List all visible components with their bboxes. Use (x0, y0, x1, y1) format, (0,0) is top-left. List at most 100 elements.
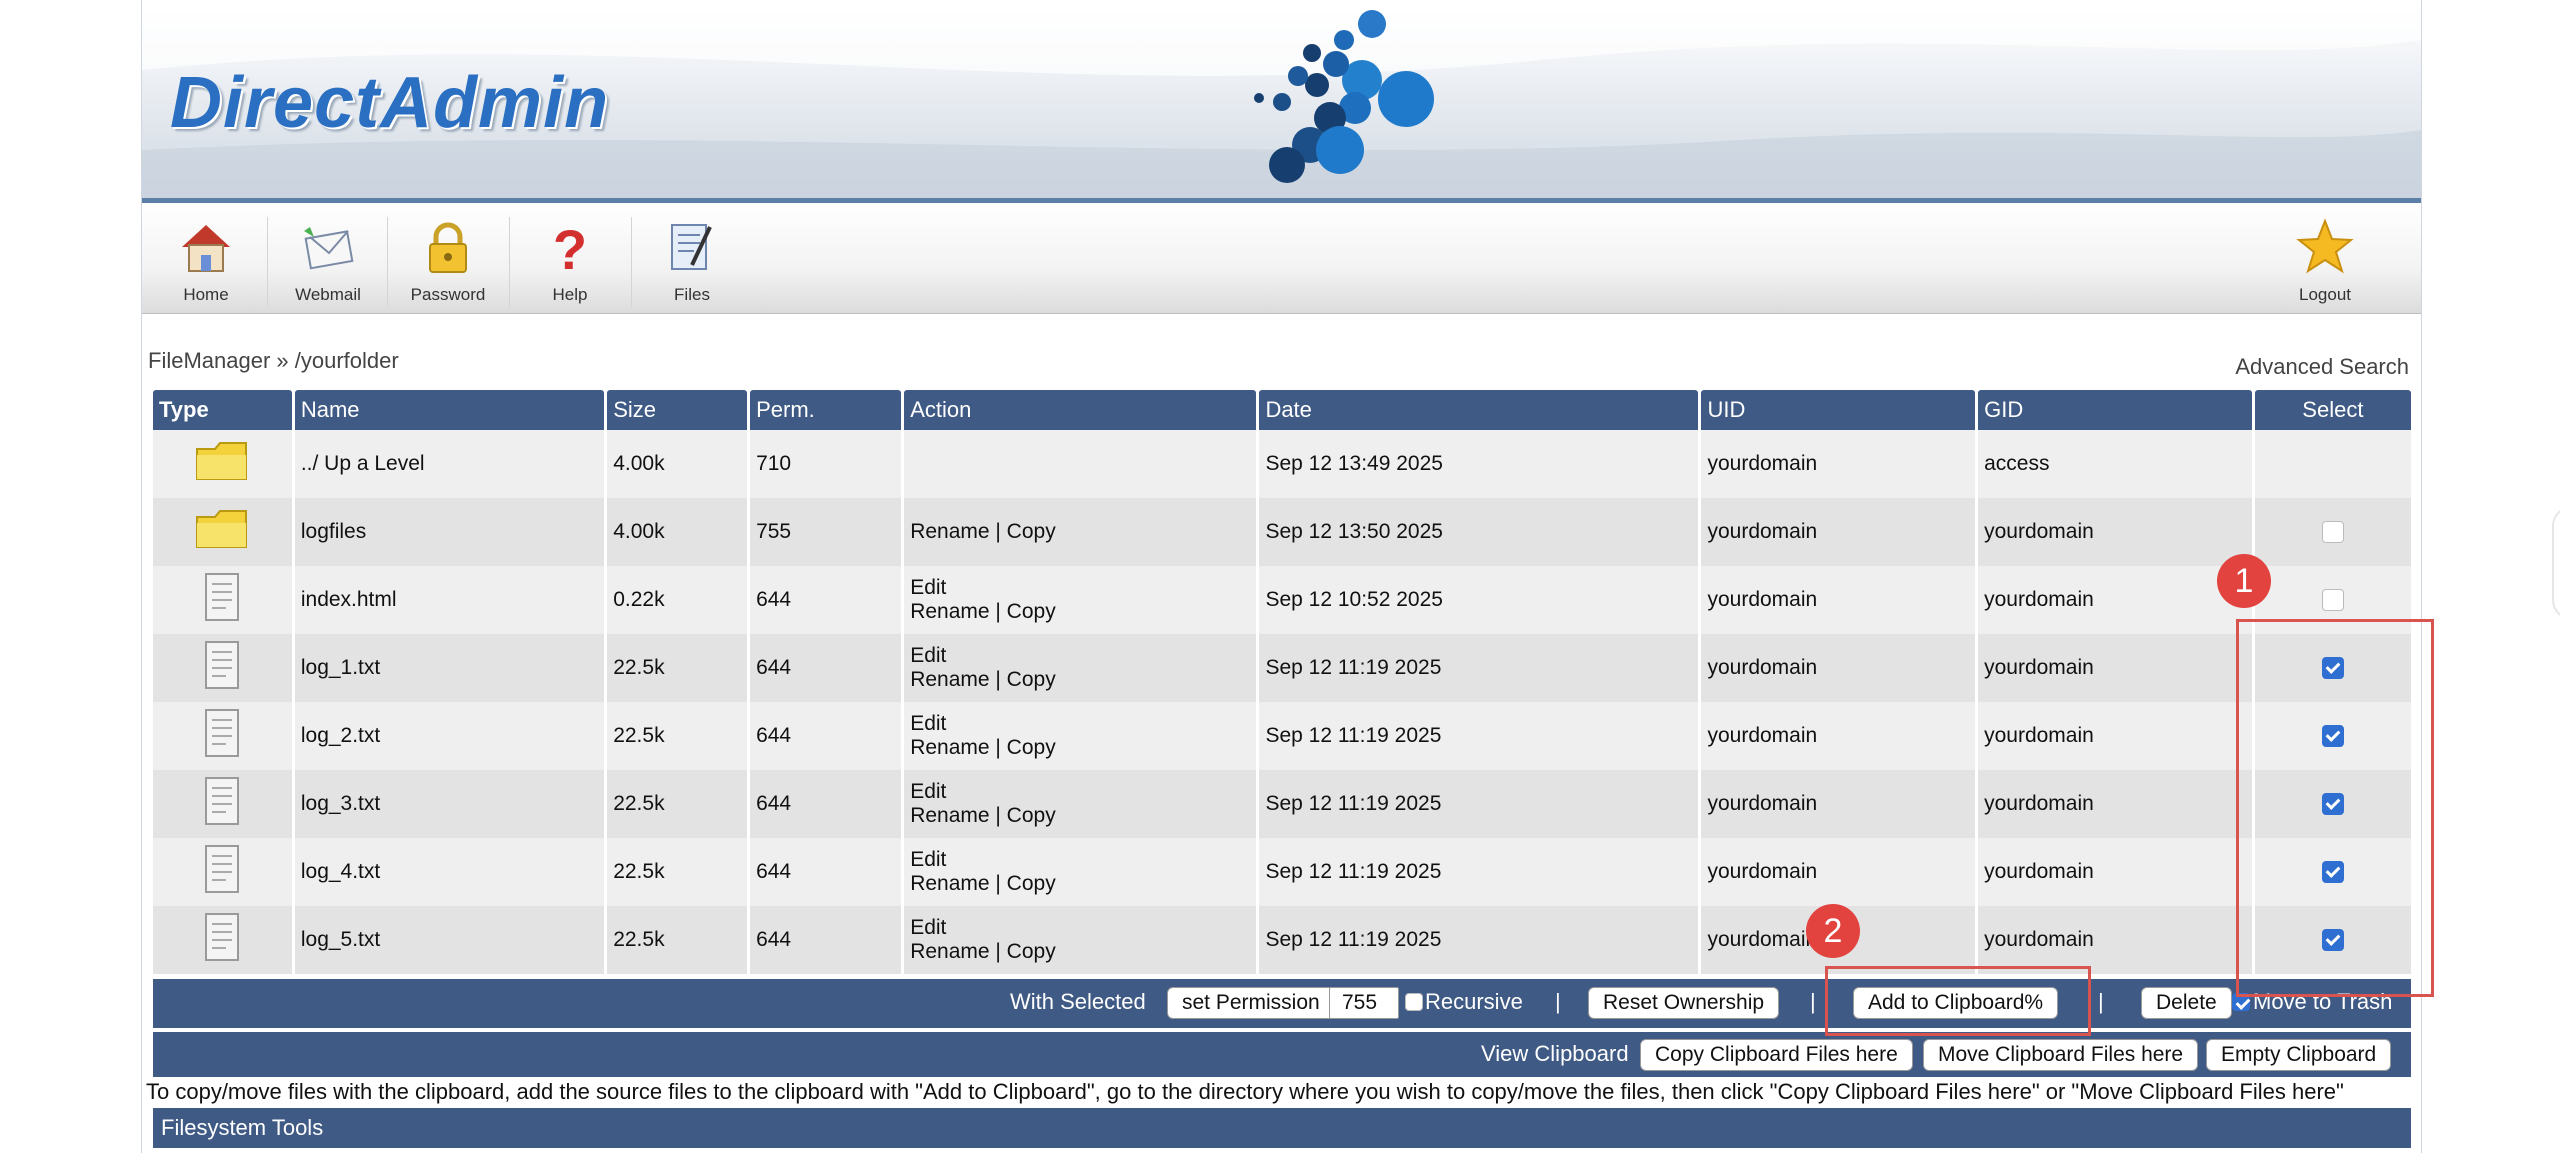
table-header-row: Type Name Size Perm. Action Date UID GID… (153, 390, 2411, 430)
select-checkbox[interactable] (2321, 521, 2344, 544)
name-cell[interactable]: logfiles (294, 498, 605, 566)
directadmin-logo[interactable]: DirectAdmin (170, 62, 609, 144)
size-cell: 4.00k (607, 430, 748, 498)
action-edit-link[interactable]: Edit (910, 644, 1250, 668)
copy-clipboard-button[interactable]: Copy Clipboard Files here (1640, 1039, 1913, 1071)
column-header-type[interactable]: Type (153, 390, 292, 430)
column-header-size[interactable]: Size (607, 390, 748, 430)
column-header-date[interactable]: Date (1259, 390, 1699, 430)
empty-clipboard-button[interactable]: Empty Clipboard (2206, 1039, 2392, 1071)
name-cell[interactable]: log_4.txt (294, 838, 605, 906)
name-cell[interactable]: ../ Up a Level (294, 430, 605, 498)
column-header-action: Action (904, 390, 1257, 430)
perm-cell[interactable]: 644 (750, 702, 902, 770)
uid-cell: yourdomain (1701, 838, 1976, 906)
annotation-box-clipboard (1825, 966, 2091, 1036)
type-cell (153, 702, 292, 770)
clipboard-help-text: To copy/move files with the clipboard, a… (146, 1079, 2344, 1104)
column-header-name[interactable]: Name (294, 390, 605, 430)
size-cell: 22.5k (607, 838, 748, 906)
gid-cell: yourdomain (1978, 838, 2252, 906)
action-rename-copy-links[interactable]: Rename | Copy (910, 736, 1250, 760)
gid-cell: access (1978, 430, 2252, 498)
gid-cell: yourdomain (1978, 634, 2252, 702)
uid-cell: yourdomain (1701, 566, 1976, 634)
perm-cell[interactable]: 644 (750, 906, 902, 974)
table-row: logfiles 4.00k 755 Rename | Copy Sep 12 13:5… (153, 498, 2411, 566)
column-header-perm[interactable]: Perm. (750, 390, 902, 430)
set-permission-button[interactable]: set Permission (1167, 987, 1335, 1019)
select-checkbox[interactable] (2321, 589, 2344, 612)
gid-cell: yourdomain (1978, 566, 2252, 634)
file-icon (205, 709, 240, 757)
name-cell[interactable]: log_5.txt (294, 906, 605, 974)
size-cell: 22.5k (607, 702, 748, 770)
action-edit-link[interactable]: Edit (910, 780, 1250, 804)
action-rename-copy-links[interactable]: Rename | Copy (910, 520, 1250, 544)
action-cell: Edit Rename | Copy (904, 770, 1257, 838)
action-rename-copy-links[interactable]: Rename | Copy (910, 872, 1250, 896)
action-edit-link[interactable]: Edit (910, 916, 1250, 940)
uid-cell: yourdomain (1701, 770, 1976, 838)
toolbar-files[interactable]: Files (633, 211, 751, 311)
recursive-label: Recursive (1425, 989, 1523, 1014)
toolbar-divider (387, 217, 388, 307)
gid-cell: yourdomain (1978, 702, 2252, 770)
date-cell: Sep 12 11:19 2025 (1259, 634, 1699, 702)
toolbar-divider (509, 217, 510, 307)
column-header-select[interactable]: Select (2254, 390, 2411, 430)
action-rename-copy-links[interactable]: Rename | Copy (910, 668, 1250, 692)
perm-cell[interactable]: 644 (750, 770, 902, 838)
name-cell[interactable]: log_2.txt (294, 702, 605, 770)
size-cell: 22.5k (607, 906, 748, 974)
toolbar-help[interactable]: ? Help (511, 211, 629, 311)
breadcrumb[interactable]: FileManager » /yourfolder (148, 348, 399, 374)
action-rename-copy-links[interactable]: Rename | Copy (910, 600, 1250, 624)
column-header-uid[interactable]: UID (1701, 390, 1976, 430)
recursive-checkbox[interactable] (1405, 993, 1423, 1011)
uid-cell: yourdomain (1701, 634, 1976, 702)
perm-cell[interactable]: 644 (750, 634, 902, 702)
type-cell (153, 634, 292, 702)
action-rename-copy-links[interactable]: Rename | Copy (910, 940, 1250, 964)
action-edit-link[interactable]: Edit (910, 848, 1250, 872)
toolbar-label: Help (552, 285, 588, 304)
advanced-search-link[interactable]: Advanced Search (2235, 354, 2409, 380)
annotation-badge-1: 1 (2217, 554, 2271, 608)
perm-cell[interactable]: 755 (750, 498, 902, 566)
view-clipboard-link[interactable]: View Clipboard (1481, 1041, 1629, 1067)
action-cell: Edit Rename | Copy (904, 634, 1257, 702)
select-cell (2254, 430, 2411, 498)
perm-cell[interactable]: 644 (750, 838, 902, 906)
permission-input[interactable]: 755 (1329, 987, 1399, 1019)
date-cell: Sep 12 11:19 2025 (1259, 906, 1699, 974)
toolbar-password[interactable]: Password (389, 211, 507, 311)
uid-cell: yourdomain (1701, 430, 1976, 498)
action-rename-copy-links[interactable]: Rename | Copy (910, 804, 1250, 828)
toolbar-webmail[interactable]: Webmail (269, 211, 387, 311)
file-table: Type Name Size Perm. Action Date UID GID… (150, 390, 2414, 974)
action-edit-link[interactable]: Edit (910, 712, 1250, 736)
separator: | (2098, 989, 2104, 1014)
name-cell[interactable]: log_1.txt (294, 634, 605, 702)
date-cell: Sep 12 11:19 2025 (1259, 702, 1699, 770)
file-icon (205, 641, 240, 689)
folder-icon (196, 510, 248, 548)
reset-ownership-button[interactable]: Reset Ownership (1588, 987, 1780, 1019)
column-header-gid[interactable]: GID (1978, 390, 2252, 430)
toolbar-logout[interactable]: Logout (2266, 211, 2384, 311)
folder-icon (196, 442, 248, 480)
perm-cell[interactable]: 644 (750, 566, 902, 634)
toolbar-home[interactable]: Home (147, 211, 265, 311)
gid-cell: yourdomain (1978, 906, 2252, 974)
perm-cell[interactable]: 710 (750, 430, 902, 498)
date-cell: Sep 12 13:50 2025 (1259, 498, 1699, 566)
action-edit-link[interactable]: Edit (910, 576, 1250, 600)
name-cell[interactable]: log_3.txt (294, 770, 605, 838)
delete-button[interactable]: Delete (2141, 987, 2232, 1019)
move-clipboard-button[interactable]: Move Clipboard Files here (1923, 1039, 2199, 1071)
type-cell (153, 566, 292, 634)
action-cell: Edit Rename | Copy (904, 906, 1257, 974)
toolbar-divider (631, 217, 632, 307)
name-cell[interactable]: index.html (294, 566, 605, 634)
